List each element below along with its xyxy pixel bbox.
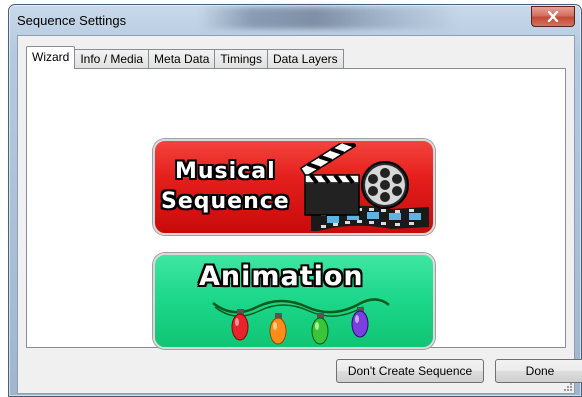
musical-label: Musical (175, 159, 276, 184)
title-bar[interactable]: Sequence Settings (9, 5, 581, 35)
sequence-label: Sequence (161, 189, 290, 214)
tab-meta-data[interactable]: Meta Data (148, 49, 216, 69)
tab-info-media[interactable]: Info / Media (74, 49, 150, 69)
window-title: Sequence Settings (17, 13, 127, 28)
close-button[interactable] (531, 6, 575, 27)
wizard-panel: Musical Sequence Animation (26, 68, 566, 349)
tab-timings[interactable]: Timings (214, 49, 268, 69)
christmas-lights-icon (212, 298, 390, 345)
animation-button[interactable]: Animation (153, 253, 435, 349)
animation-label: Animation (199, 261, 364, 292)
title-bar-background (199, 7, 459, 29)
resize-grip-icon[interactable] (562, 381, 572, 391)
tab-strip: Wizard Info / Media Meta Data Timings Da… (26, 46, 344, 69)
dialog-body: Wizard Info / Media Meta Data Timings Da… (17, 35, 582, 394)
tab-data-layers[interactable]: Data Layers (266, 49, 344, 69)
sequence-settings-window: Sequence Settings Wizard Info / Media Me… (8, 4, 582, 397)
done-button[interactable]: Done (495, 359, 582, 383)
clapperboard-film-reel-icon (299, 143, 429, 231)
tab-wizard[interactable]: Wizard (26, 46, 76, 69)
dont-create-sequence-button[interactable]: Don't Create Sequence (336, 359, 484, 383)
close-icon (547, 11, 559, 22)
musical-sequence-button[interactable]: Musical Sequence (153, 139, 435, 235)
